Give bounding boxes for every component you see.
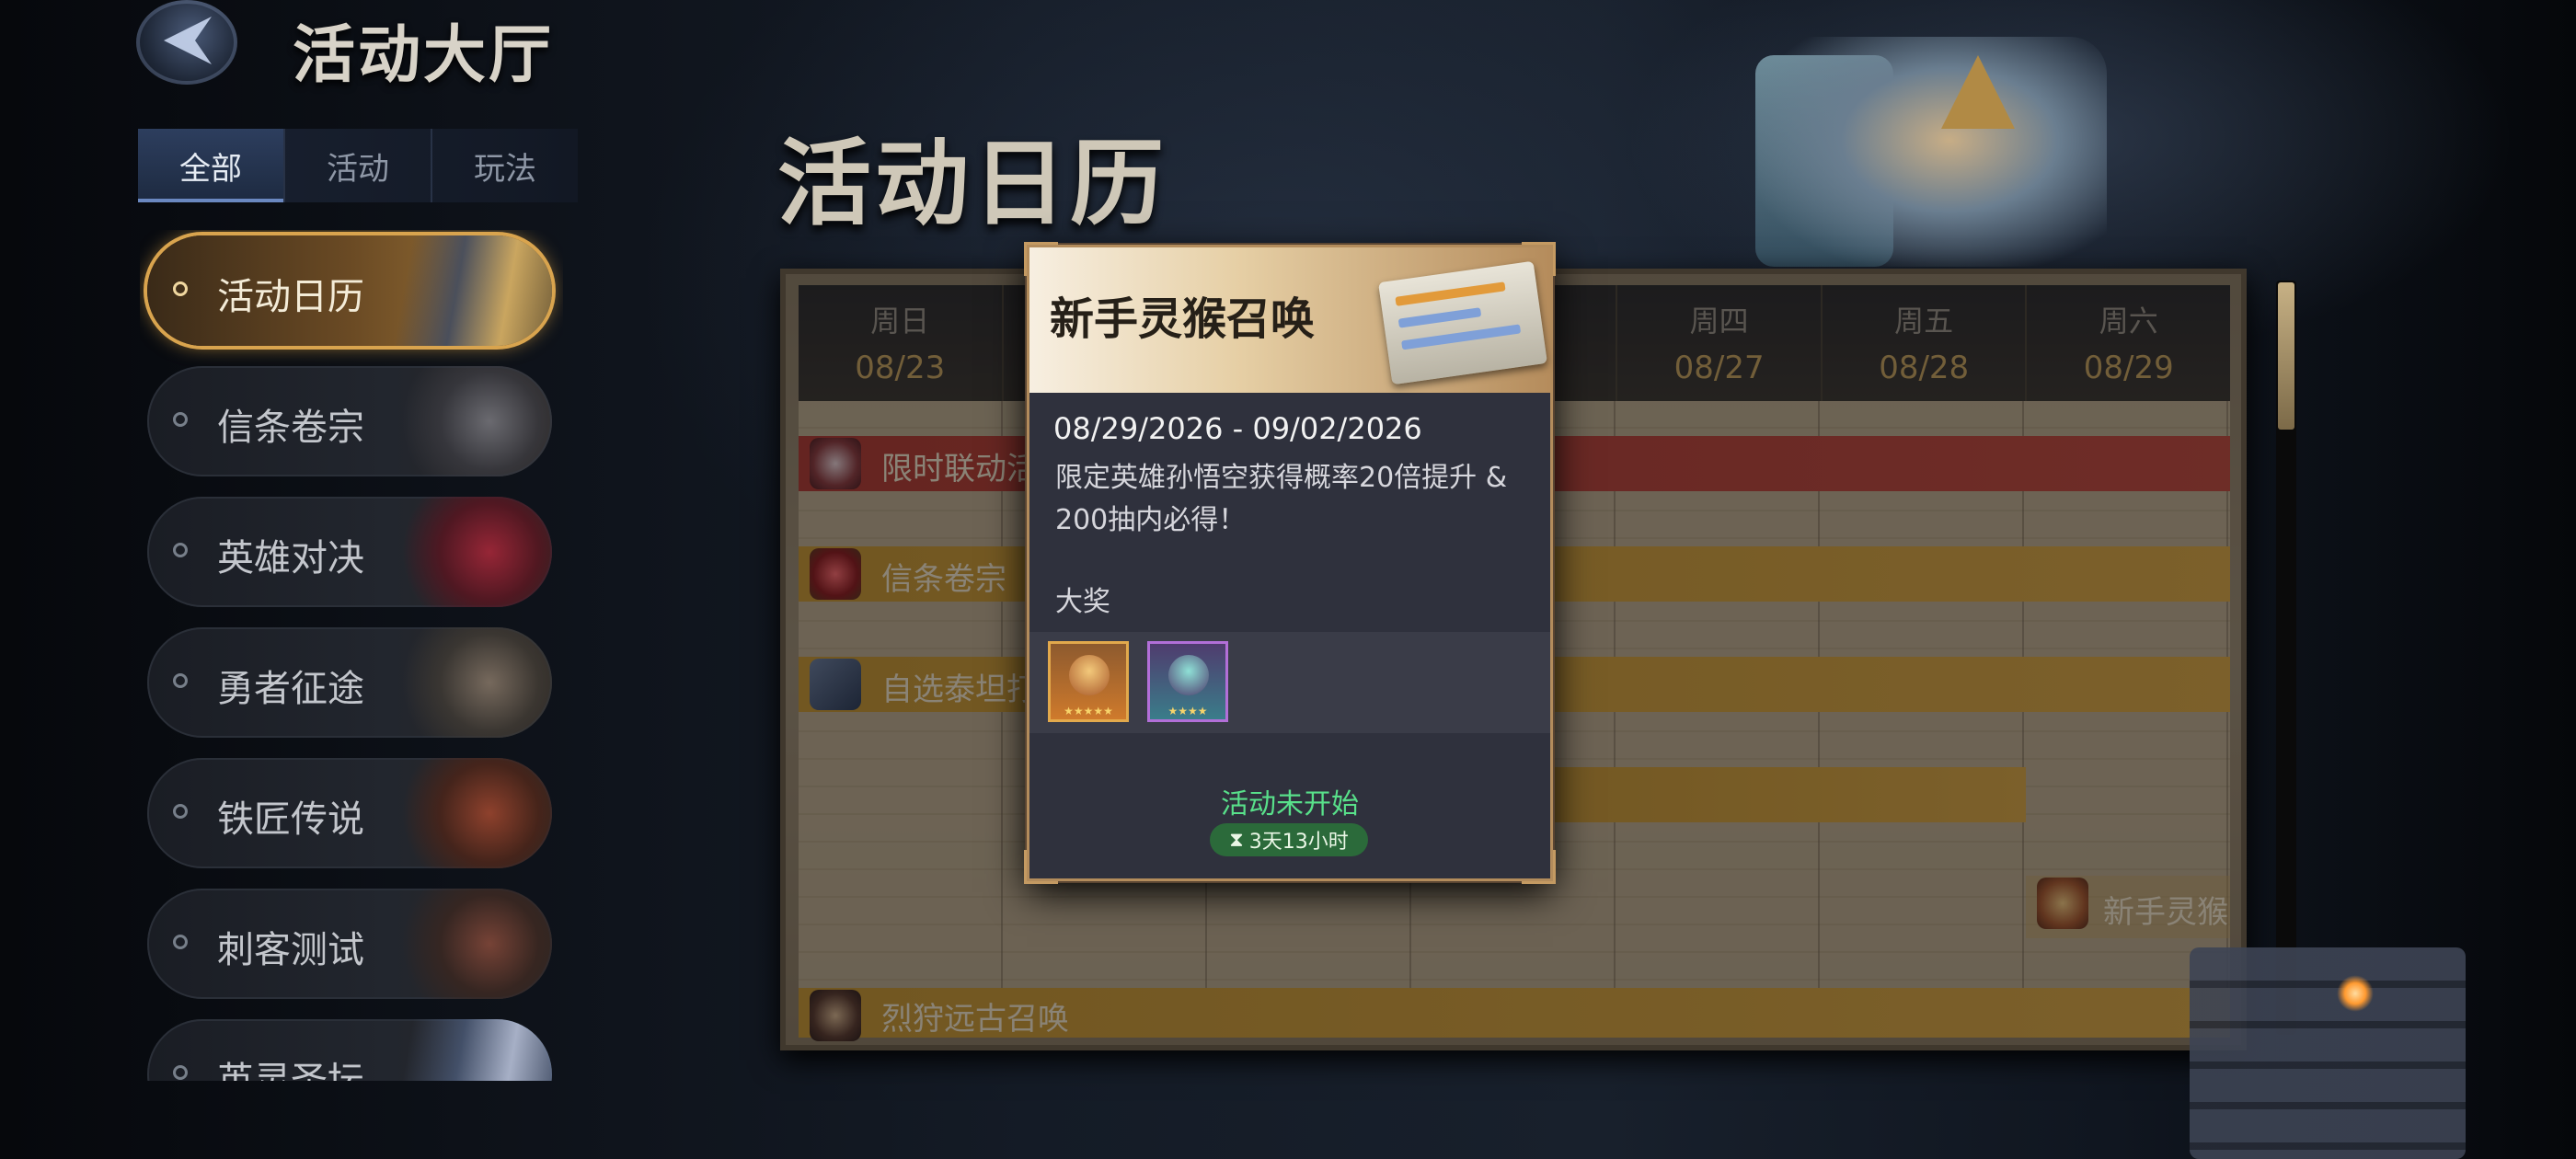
sidebar-item-label: 刺客测试 bbox=[217, 929, 364, 971]
bullet-icon bbox=[173, 935, 188, 949]
warrior-thumbnail-icon bbox=[396, 627, 552, 738]
scroll-line bbox=[1397, 307, 1482, 328]
event-description: 限定英雄孙悟空获得概率20倍提升 & 200抽内必得！ bbox=[1055, 462, 1508, 536]
scrollbar-thumb[interactable] bbox=[2278, 282, 2294, 430]
scroll-line bbox=[1401, 324, 1522, 350]
page-title: 活动大厅 bbox=[293, 19, 555, 92]
sidebar-item-creed-dossier[interactable]: 信条卷宗 bbox=[147, 366, 552, 476]
popup-title: 新手灵猴召唤 bbox=[1050, 293, 1316, 345]
dragon-hero-icon[interactable]: ★★★★ bbox=[1147, 641, 1228, 722]
back-button[interactable] bbox=[136, 0, 237, 85]
sidebar-item-label: 勇者征途 bbox=[217, 668, 364, 710]
duel-thumbnail-icon bbox=[396, 497, 552, 607]
hourglass-icon: ⧗ bbox=[1229, 828, 1244, 852]
bullet-icon bbox=[173, 412, 188, 427]
assassin-test-thumbnail-icon bbox=[396, 889, 552, 999]
monkey-king-hero-icon[interactable]: ★★★★★ bbox=[1048, 641, 1129, 722]
event-date-range: 08/29/2026 - 09/02/2026 bbox=[1053, 411, 1422, 446]
bullet-icon bbox=[173, 673, 188, 688]
tab-activity[interactable]: 活动 bbox=[285, 129, 432, 202]
bullet-icon bbox=[173, 543, 188, 557]
sidebar-item-label: 铁匠传说 bbox=[217, 798, 364, 841]
crown-icon bbox=[1941, 55, 2015, 129]
star-rating: ★★★★★ bbox=[1064, 705, 1113, 717]
hero-face bbox=[1069, 655, 1110, 695]
sidebar-item-label: 英灵圣坛 bbox=[217, 1060, 364, 1081]
ornament-corner bbox=[1522, 850, 1556, 884]
summon-scroll-icon bbox=[1378, 260, 1547, 385]
sidebar-item-hero-journey[interactable]: 勇者征途 bbox=[147, 627, 552, 738]
prize-row: ★★★★★ ★★★★ bbox=[1029, 632, 1550, 733]
bullet-icon bbox=[173, 281, 188, 296]
back-arrow-icon bbox=[164, 17, 212, 64]
hero-portrait-art bbox=[1757, 37, 2107, 267]
bullet-icon bbox=[173, 804, 188, 819]
sidebar-item-label: 英雄对决 bbox=[217, 537, 364, 580]
sidebar-item-assassin-test[interactable]: 刺客测试 bbox=[147, 889, 552, 999]
tab-all[interactable]: 全部 bbox=[138, 129, 285, 202]
sidebar-item-label: 信条卷宗 bbox=[217, 407, 364, 449]
event-status: 活动未开始 bbox=[1221, 788, 1359, 820]
event-detail-popup: 新手灵猴召唤 08/29/2026 - 09/02/2026 限定英雄孙悟空获得… bbox=[1024, 242, 1556, 884]
ornament-corner bbox=[1024, 242, 1058, 276]
sidebar-item-label: 活动日历 bbox=[217, 276, 364, 318]
hero-face bbox=[1168, 655, 1209, 695]
star-rating: ★★★★ bbox=[1167, 705, 1208, 717]
scroll-line bbox=[1395, 281, 1506, 306]
sidebar-item-spirit-altar[interactable]: 英灵圣坛 bbox=[147, 1019, 552, 1081]
ornament-corner bbox=[1522, 242, 1556, 276]
ornament-corner bbox=[1024, 850, 1058, 884]
grand-prize-label: 大奖 bbox=[1055, 586, 1110, 618]
sidebar-item-hero-duel[interactable]: 英雄对决 bbox=[147, 497, 552, 607]
countdown-text: 3天13小时 bbox=[1248, 831, 1349, 854]
countdown-badge: ⧗ 3天13小时 bbox=[1210, 823, 1368, 856]
assassin-thumbnail-icon bbox=[396, 366, 552, 476]
popup-header: 新手灵猴召唤 bbox=[1029, 247, 1550, 393]
sidebar-item-activity-calendar[interactable]: 活动日历 bbox=[147, 235, 552, 346]
blacksmith-thumbnail-icon bbox=[396, 758, 552, 868]
candle-icon bbox=[2337, 975, 2374, 1012]
sidebar: 活动日历 信条卷宗 英雄对决 勇者征途 铁匠传说 刺客测试 英灵圣坛 bbox=[140, 230, 563, 1081]
sidebar-item-blacksmith-legend[interactable]: 铁匠传说 bbox=[147, 758, 552, 868]
bullet-icon bbox=[173, 1065, 188, 1080]
calendar-thumbnail-icon bbox=[396, 235, 552, 346]
calendar-heading: 活动日历 bbox=[777, 129, 1167, 239]
filter-tabs: 全部 活动 玩法 bbox=[138, 129, 578, 202]
tab-gameplay[interactable]: 玩法 bbox=[432, 129, 578, 202]
altar-thumbnail-icon bbox=[396, 1019, 552, 1081]
books-decoration bbox=[2190, 947, 2466, 1159]
